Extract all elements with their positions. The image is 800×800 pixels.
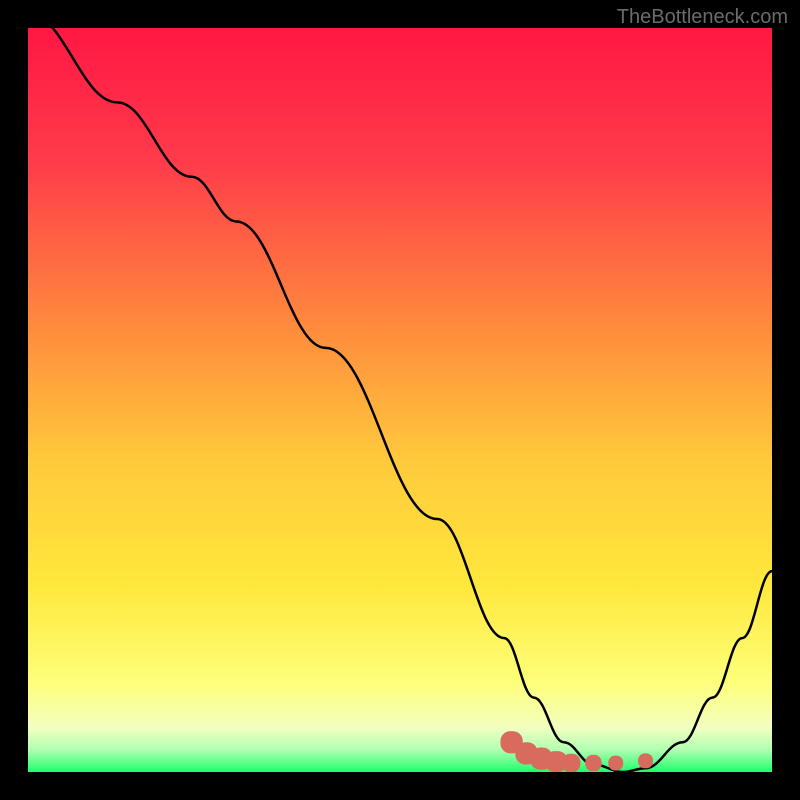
chart-container <box>28 28 772 772</box>
marker-point <box>638 753 653 768</box>
marker-point <box>585 755 601 771</box>
marker-point <box>608 756 623 771</box>
marker-point <box>562 754 581 772</box>
highlight-markers <box>500 731 653 772</box>
watermark-text: TheBottleneck.com <box>617 6 788 29</box>
markers-layer <box>28 28 772 772</box>
